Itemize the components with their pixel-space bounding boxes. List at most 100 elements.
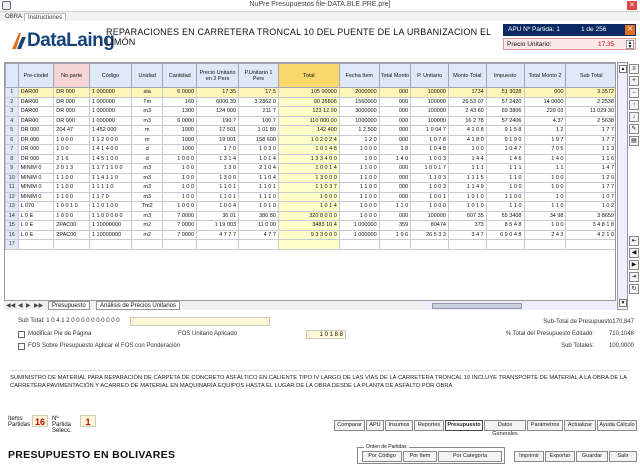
tool-edit-icon[interactable]: ✎ xyxy=(629,124,639,134)
table-cell[interactable]: 1 3 0 0 xyxy=(196,172,240,183)
table-cell[interactable]: m2 xyxy=(130,229,164,240)
table-cell[interactable]: 6000.39 xyxy=(196,96,240,107)
table-row[interactable]: 12 MINIM 01 1 0 01 1 7 0 m3 1 0 01 1 0 11 1… xyxy=(5,191,615,202)
table-cell[interactable]: 1 1 4 1 1 0 xyxy=(88,172,132,183)
table-cell[interactable] xyxy=(88,239,132,250)
apu-button[interactable]: APU xyxy=(366,420,384,431)
table-cell[interactable]: 1 0 0 0 xyxy=(338,144,380,155)
scroll-up-icon[interactable]: ▲ xyxy=(619,65,627,73)
table-cell[interactable]: 1 0 1 4 xyxy=(238,153,279,164)
table-cell[interactable]: 1 0 1 0 xyxy=(238,201,279,212)
table-cell[interactable]: DR 000 xyxy=(53,115,90,126)
tool-add-icon[interactable]: + xyxy=(629,76,639,86)
reportes-button[interactable]: Reportes xyxy=(414,420,444,431)
table-cell[interactable]: 1 0 0 xyxy=(162,182,198,193)
table-cell[interactable] xyxy=(378,239,412,250)
por-codigo-button[interactable]: Por Código xyxy=(362,451,402,462)
presupuesto-button[interactable]: Presupuesto xyxy=(445,420,483,431)
table-cell[interactable]: 3 4 7 xyxy=(447,229,487,240)
col-header[interactable]: Cantidad xyxy=(162,63,198,88)
table-cell[interactable] xyxy=(17,239,55,250)
table-cell[interactable]: 000 xyxy=(378,172,412,183)
table-cell[interactable]: 1300 xyxy=(162,106,198,117)
table-cell[interactable]: 1 1 6 xyxy=(565,153,615,164)
table-row[interactable]: 10 MINIM 01 1 0 01 1 4 1 1 0 m3 1 0 01 3 0 … xyxy=(5,172,615,183)
table-cell[interactable]: MINIM 0 xyxy=(17,163,55,174)
table-cell[interactable]: 359 xyxy=(378,220,412,231)
tab-instrucciones[interactable]: Instructiones xyxy=(24,13,67,21)
table-cell[interactable]: 1 0 0 xyxy=(447,144,487,155)
table-cell[interactable]: 000 xyxy=(378,163,412,174)
table-cell[interactable]: m3 xyxy=(130,163,164,174)
table-cell[interactable]: 1 4 1 4 0 0 xyxy=(88,144,132,155)
table-cell[interactable]: 1 1 0 1 xyxy=(238,182,279,193)
table-cell[interactable]: DR 000 xyxy=(17,144,55,155)
table-cell[interactable]: 123 12.00 xyxy=(277,106,340,117)
col-header[interactable]: Impuesto xyxy=(485,63,525,88)
table-cell[interactable]: 000 xyxy=(378,182,412,193)
table-cell[interactable]: 1 19 003 xyxy=(196,220,240,231)
table-cell[interactable]: 1 000000 xyxy=(88,96,132,107)
table-cell[interactable]: DAR00 xyxy=(17,87,55,98)
col-header[interactable]: Código xyxy=(88,63,132,88)
table-cell[interactable]: 9 1 9 0 xyxy=(485,134,525,145)
tool-refresh-icon[interactable]: ↻ xyxy=(629,284,639,294)
table-cell[interactable]: 380 80 xyxy=(238,210,279,221)
table-cell[interactable]: sta xyxy=(130,87,164,98)
horizontal-scrollbar[interactable] xyxy=(424,300,616,310)
table-cell[interactable]: 1 0 4 8 xyxy=(410,144,449,155)
table-cell[interactable]: 1 000000 xyxy=(88,106,132,117)
table-cell[interactable]: 1 1 0 3 xyxy=(410,172,449,183)
table-row[interactable]: 2 DAR00 DR 000 1 000000 Tm 160 6000.39 3 2362.0… xyxy=(5,96,615,107)
fos-unitario-field[interactable]: 1 0 1 8 8 xyxy=(306,330,346,339)
table-cell[interactable]: 1734 xyxy=(447,87,487,98)
table-cell[interactable]: 100000 xyxy=(410,96,449,107)
tool-last-icon[interactable]: ⇥ xyxy=(629,272,639,282)
col-header[interactable]: Pre-ciodel xyxy=(17,63,55,88)
table-cell[interactable]: MINIM 0 xyxy=(17,182,55,193)
table-row[interactable]: 9 MINIM 02 0 1 31 1 7 1 1 0 0 m3 1 0 01 3 0… xyxy=(5,163,615,174)
table-cell[interactable]: 1 0 7 xyxy=(565,191,615,202)
table-cell[interactable]: 1000 xyxy=(162,134,198,145)
table-cell[interactable]: 1 3 0 xyxy=(196,163,240,174)
table-row[interactable]: 5 DR 000 204 47 1 452 000 m 1000 17 501 1 01 80… xyxy=(5,125,615,136)
table-cell[interactable]: 19 001 xyxy=(196,134,240,145)
table-cell[interactable]: 1 0 1 0 xyxy=(447,201,487,212)
table-cell[interactable]: 1 0 0 xyxy=(162,172,198,183)
table-cell[interactable]: 6 0000 xyxy=(162,87,198,98)
table-cell[interactable]: 100000 xyxy=(410,115,449,126)
table-cell[interactable]: 1 1 0 xyxy=(485,201,525,212)
table-cell[interactable] xyxy=(523,239,567,250)
salir-button[interactable]: Salir xyxy=(609,451,637,462)
table-row[interactable]: 14 L 0 E1 0 0 01 1 0 0 0 0 0 m3 7 0000 36 01… xyxy=(5,210,615,221)
sheet-tab-presupuesto[interactable]: Presupuesto xyxy=(48,301,90,310)
table-cell[interactable]: 1 1 0 1 xyxy=(196,191,240,202)
table-cell[interactable]: 1 0 4 7 xyxy=(485,144,525,155)
table-cell[interactable]: 1 0 0 1 4 xyxy=(277,163,340,174)
table-row[interactable]: 17 xyxy=(5,239,615,250)
table-row[interactable]: 6 DR 000 1 0 0 01 1 2 0 0 0 m 1000 19 001 158 … xyxy=(5,134,615,145)
table-cell[interactable]: 4 7 7 7 xyxy=(196,229,240,240)
table-cell[interactable]: 000 xyxy=(378,210,412,221)
table-cell[interactable]: 1000 xyxy=(162,125,198,136)
tool-first-icon[interactable]: ⇤ xyxy=(629,236,639,246)
table-cell[interactable]: 2.2538 xyxy=(565,96,615,107)
table-cell[interactable]: 000 xyxy=(378,115,412,126)
table-cell[interactable]: 1 0 0 xyxy=(523,172,567,183)
vertical-scrollbar[interactable]: ▲ ▼ xyxy=(617,62,628,310)
table-cell[interactable]: 9 3 3 0 0 0 xyxy=(277,229,340,240)
table-cell[interactable]: 1 0 xyxy=(523,191,567,202)
col-header[interactable]: P. Unitario xyxy=(410,63,449,88)
col-header[interactable] xyxy=(5,63,19,88)
table-cell[interactable]: 1 0 0 xyxy=(485,182,525,193)
table-row[interactable]: 13 L 070 1 0 0 1 01 1 0 1 0 0 Tm2 1 0 0 01 0… xyxy=(5,201,615,212)
table-cell[interactable]: 1 000000 xyxy=(338,220,380,231)
tool-prev-icon[interactable]: ◀ xyxy=(629,248,639,258)
table-cell[interactable]: 1 1 0 0 0 0 0 xyxy=(88,210,132,221)
table-cell[interactable] xyxy=(162,239,198,250)
table-row[interactable]: 7 DR 000 1 0 01 4 1 4 0 0 d 1000 1 7 01 0 3 0… xyxy=(5,144,615,155)
table-cell[interactable]: 1 0 0 1 0 xyxy=(53,201,90,212)
hscroll-thumb[interactable] xyxy=(432,303,522,309)
table-cell[interactable]: 69 3806 xyxy=(485,106,525,117)
table-cell[interactable]: 1 0 0 0 xyxy=(277,191,340,202)
